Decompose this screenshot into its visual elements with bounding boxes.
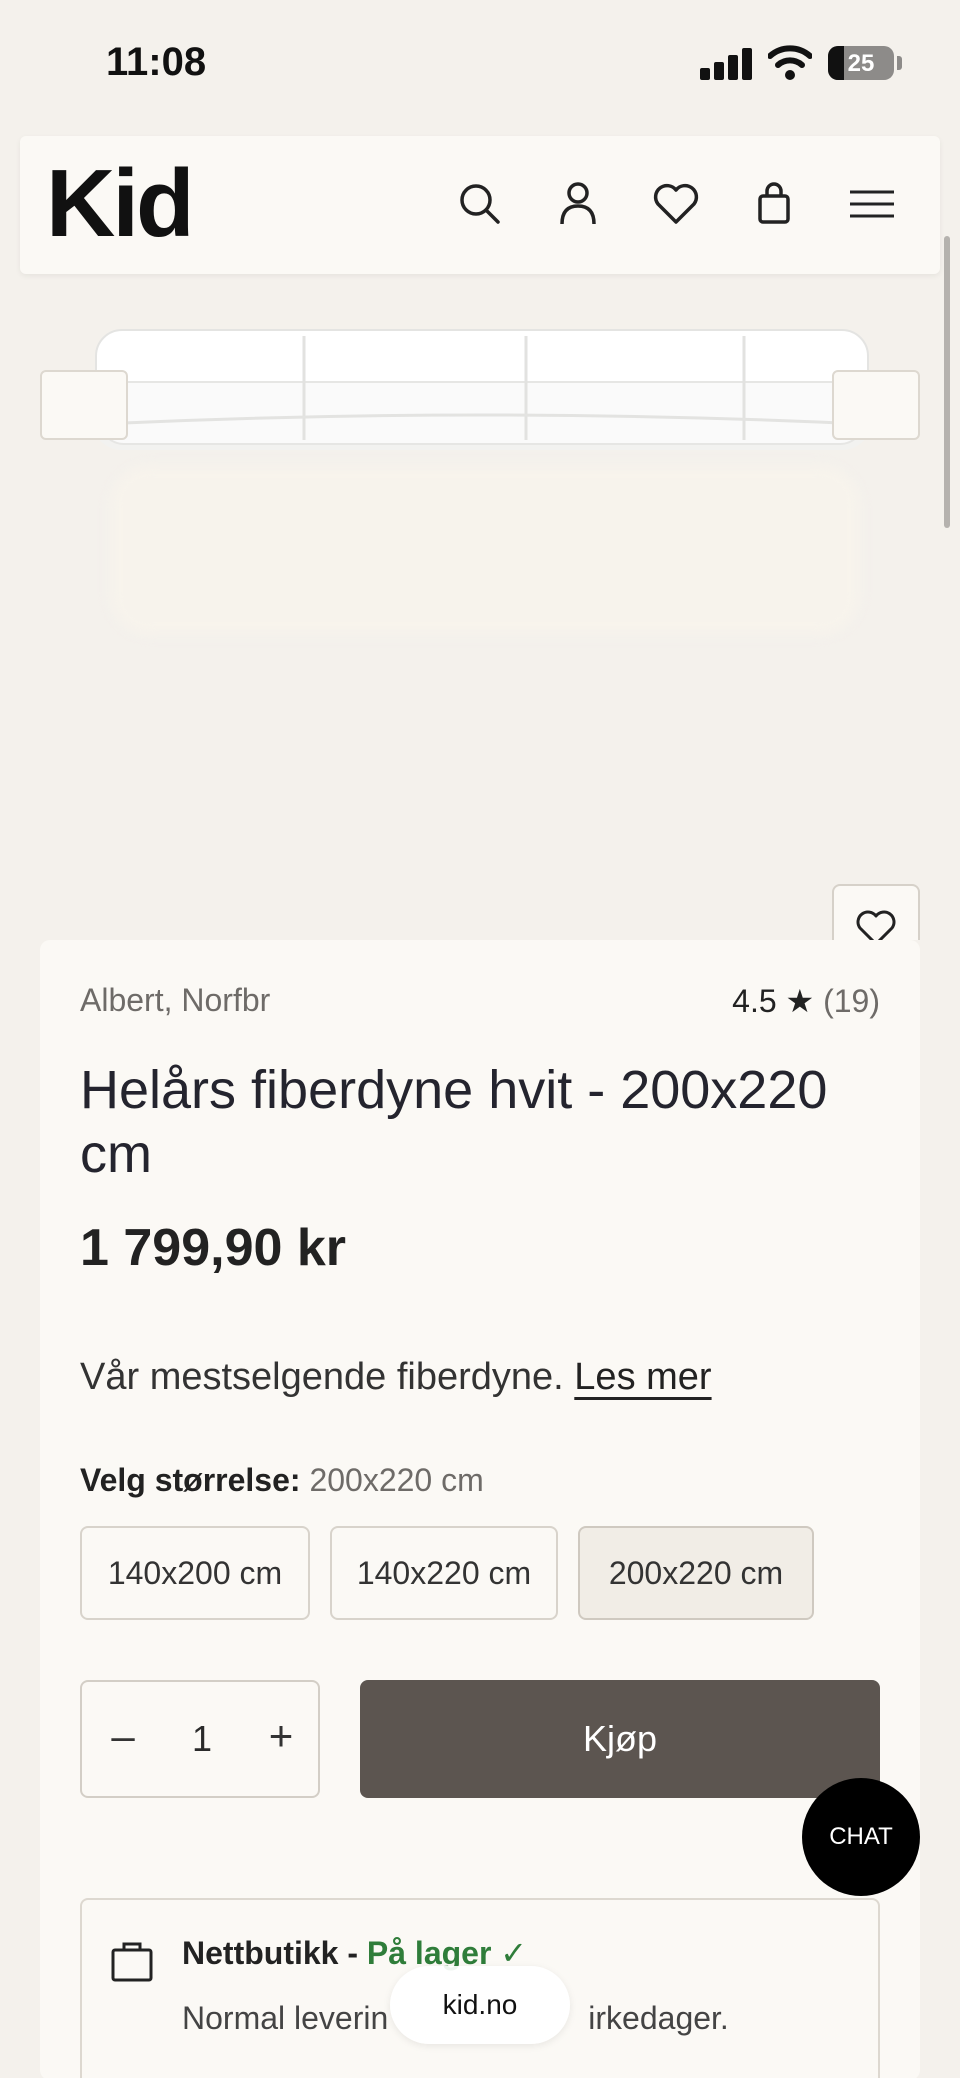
selected-size-value: 200x220 cm [309, 1462, 484, 1498]
image-shadow [110, 465, 860, 635]
battery-level: 25 [847, 50, 875, 77]
bag-icon[interactable] [748, 178, 800, 230]
size-option-200x220[interactable]: 200x220 cm [578, 1526, 814, 1620]
status-bar: 11:08 25 [0, 0, 960, 130]
product-title: Helårs fiberdyne hvit - 200x220 cm [80, 1060, 828, 1184]
store-bag-icon [111, 1942, 153, 1982]
favorite-button[interactable] [832, 884, 920, 940]
description-text: Vår mestselgende fiberdyne. [80, 1356, 564, 1398]
size-options: 140x200 cm 140x220 cm 200x220 cm [80, 1526, 814, 1620]
battery-tip [897, 56, 902, 70]
size-option-140x200[interactable]: 140x200 cm [80, 1526, 310, 1620]
size-selector-label: Velg størrelse: 200x220 cm [80, 1462, 484, 1499]
logo[interactable]: Kid [46, 156, 195, 252]
chat-button[interactable]: CHAT [802, 1778, 920, 1896]
size-option-140x220[interactable]: 140x220 cm [330, 1526, 558, 1620]
product-price: 1 799,90 kr [80, 1219, 347, 1277]
store-name: Nettbutikk - [182, 1935, 358, 1971]
site-header: Kid [20, 136, 940, 274]
gallery-prev-button[interactable] [40, 370, 128, 440]
size-label: Velg størrelse: [80, 1462, 301, 1498]
product-info-card: Albert, Norfbr 4.5 ★ (19) Helårs fiberdy… [40, 940, 920, 2078]
cellular-signal-icon [700, 46, 752, 80]
page-scrollbar[interactable] [944, 236, 950, 528]
url-bar[interactable]: kid.no [390, 1966, 570, 2044]
product-rating[interactable]: 4.5 ★ (19) [732, 982, 880, 1020]
status-time: 11:08 [106, 40, 207, 84]
heart-icon[interactable] [650, 178, 702, 230]
user-icon[interactable] [552, 178, 604, 230]
delivery-text-start: Normal leverin [182, 2000, 389, 2036]
rating-count: (19) [823, 983, 880, 1019]
star-icon: ★ [785, 983, 815, 1019]
battery-icon: 25 [828, 46, 894, 80]
menu-icon[interactable] [846, 178, 898, 230]
product-description: Vår mestselgende fiberdyne. Les mer [80, 1356, 712, 1399]
search-icon[interactable] [454, 178, 506, 230]
delivery-text-end: irkedager. [588, 2000, 729, 2036]
quantity-increase-button[interactable]: + [256, 1712, 306, 1760]
product-brand[interactable]: Albert, Norfbr [80, 982, 270, 1019]
buy-button[interactable]: Kjøp [360, 1680, 880, 1798]
read-more-link[interactable]: Les mer [574, 1356, 711, 1398]
heart-icon [856, 910, 896, 940]
quantity-stepper: – 1 + [80, 1680, 320, 1798]
rating-value: 4.5 [732, 983, 777, 1019]
gallery-next-button[interactable] [832, 370, 920, 440]
wifi-icon [768, 45, 812, 80]
